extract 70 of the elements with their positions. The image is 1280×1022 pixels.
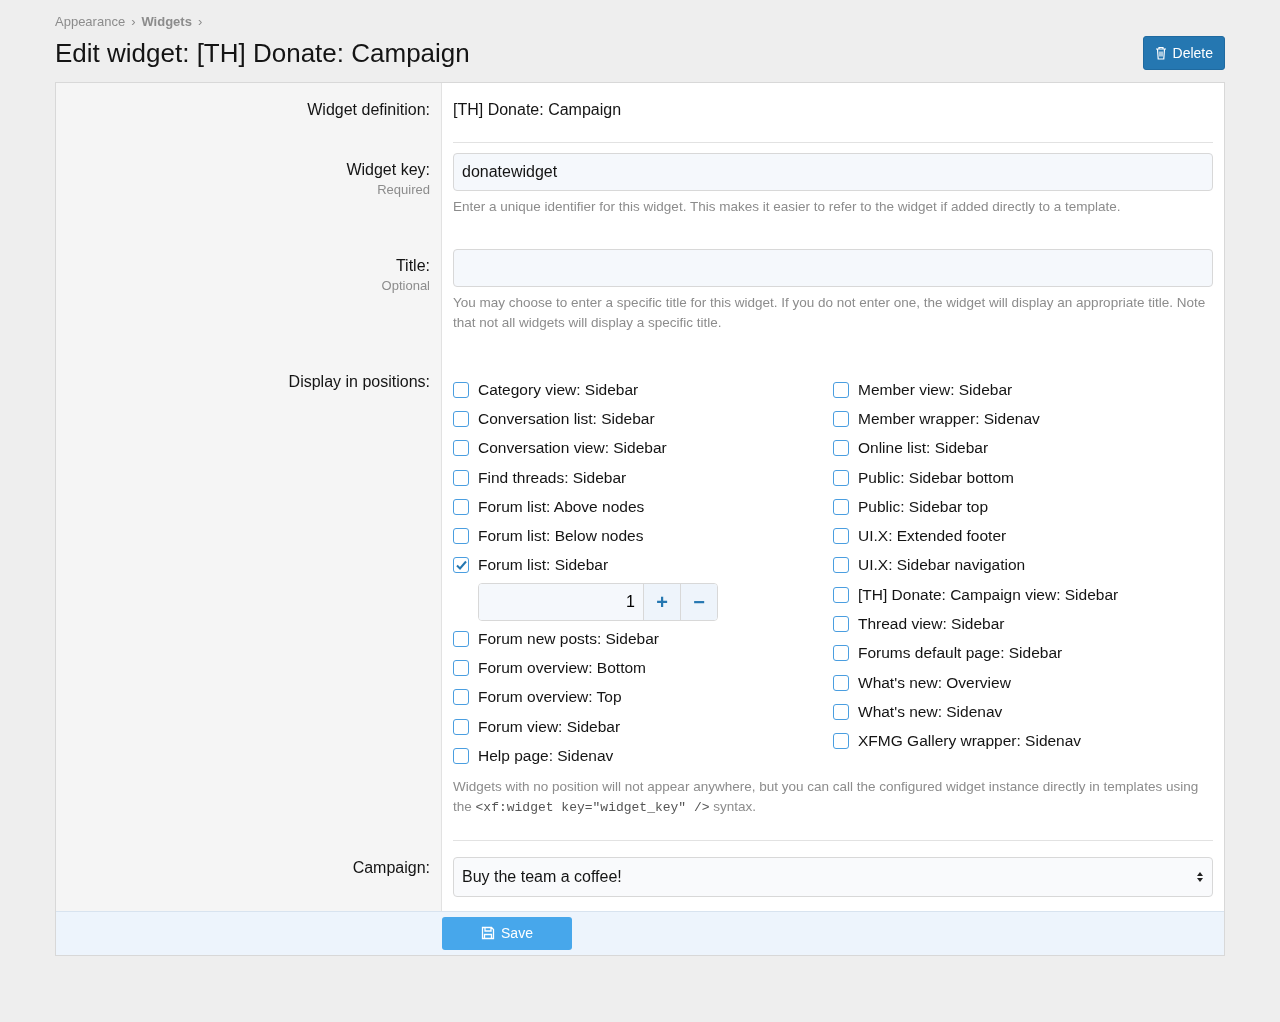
checkbox[interactable]	[453, 440, 469, 457]
checkbox[interactable]	[833, 557, 849, 574]
field-label: Widget definition:	[307, 101, 430, 119]
checkbox-label[interactable]: What's new: Overview	[858, 673, 1011, 692]
field-sublabel: Optional	[381, 278, 430, 293]
checkbox[interactable]	[833, 381, 849, 398]
sort-arrows-icon	[1196, 870, 1204, 883]
checkbox[interactable]	[833, 440, 849, 457]
delete-button[interactable]: Delete	[1142, 36, 1225, 70]
checkbox-label[interactable]: Online list: Sidebar	[858, 439, 989, 458]
field-hint: You may choose to enter a specific title for this widget. If you do not enter one, the widget will display an appropriate title. Note that not all widgets will display a specific title.	[453, 294, 1207, 332]
checkbox[interactable]	[453, 528, 469, 545]
checkbox-label[interactable]: Category view: Sidebar	[478, 380, 639, 399]
checkbox-label[interactable]: Forums default page: Sidebar	[858, 644, 1063, 663]
checkbox[interactable]	[833, 733, 849, 750]
checkbox-label[interactable]: Forum view: Sidebar	[478, 717, 621, 736]
checkbox[interactable]	[833, 498, 849, 515]
checkbox-label[interactable]: XFMG Gallery wrapper: Sidenav	[858, 732, 1082, 751]
checkbox[interactable]	[833, 674, 849, 691]
checkbox-label[interactable]: Find threads: Sidebar	[478, 468, 627, 487]
checkbox[interactable]	[833, 645, 849, 662]
page-title: Edit widget: [TH] Donate: Campaign	[55, 37, 470, 69]
checkbox-label[interactable]: Forum list: Above nodes	[478, 497, 645, 516]
checkbox-label[interactable]: Public: Sidebar bottom	[858, 468, 1014, 487]
campaign-select[interactable]: Buy the team a coffee!	[453, 856, 1213, 897]
breadcrumb-separator: ›	[197, 13, 203, 29]
checkbox-label[interactable]: UI.X: Extended footer	[858, 527, 1007, 546]
field-value: [TH] Donate: Campaign	[453, 100, 623, 120]
checkbox[interactable]	[833, 616, 849, 632]
checkbox-label[interactable]: Thread view: Sidebar	[858, 615, 1005, 633]
checkbox-label[interactable]: Conversation view: Sidebar	[478, 439, 667, 458]
field-label: Display in positions:	[288, 373, 430, 391]
field-label: Title:	[395, 257, 430, 275]
checkbox[interactable]	[453, 689, 469, 706]
checkbox[interactable]	[833, 528, 849, 545]
checkbox-label[interactable]: What's new: Sidenav	[858, 702, 1003, 721]
checkbox[interactable]	[453, 718, 469, 735]
checkbox-label[interactable]: Conversation list: Sidebar	[478, 409, 655, 428]
checkbox[interactable]	[453, 630, 469, 647]
checkbox-label[interactable]: Member wrapper: Sidenav	[858, 409, 1040, 428]
checkbox[interactable]	[453, 498, 469, 515]
widget-key-field[interactable]: donatewidget	[453, 153, 1213, 191]
checkbox-label[interactable]: Forum list: Below nodes	[478, 527, 644, 546]
field-label: Widget key:	[346, 161, 430, 179]
field-hint: Widgets with no position will not appear anywhere, but you can call the configured widget instance directly in templates using the <xf:widget key="widget_key" /> syntax.	[453, 777, 1200, 817]
checkbox-label[interactable]: Forum list: Sidebar	[478, 556, 609, 575]
checkbox[interactable]	[453, 469, 469, 486]
checkbox[interactable]	[833, 703, 849, 720]
checkbox-label[interactable]: Member view: Sidebar	[858, 380, 1013, 399]
checkbox-label[interactable]: Forum new posts: Sidebar	[478, 629, 659, 648]
checkbox[interactable]	[833, 586, 849, 603]
checkbox[interactable]	[453, 660, 469, 676]
checkbox-label[interactable]: Help page: Sidenav	[478, 746, 614, 765]
checkbox[interactable]	[833, 410, 849, 427]
checkbox[interactable]	[453, 557, 469, 574]
checkbox-label[interactable]: UI.X: Sidebar navigation	[858, 556, 1026, 575]
checkbox-label[interactable]: [TH] Donate: Campaign view: Sidebar	[858, 585, 1119, 604]
checkbox-label[interactable]: Public: Sidebar top	[858, 497, 989, 516]
checkbox[interactable]	[833, 469, 849, 486]
field-hint: Enter a unique identifier for this widget. This makes it easier to refer to the widget if added directly to a template.	[453, 198, 1122, 216]
checkbox[interactable]	[453, 381, 469, 398]
checkbox[interactable]	[453, 747, 469, 764]
title-field[interactable]	[453, 249, 1213, 287]
checkbox[interactable]	[453, 410, 469, 427]
checkbox-label[interactable]: Forum overview: Bottom	[478, 659, 646, 677]
trash-icon	[1154, 46, 1167, 60]
checkbox-label[interactable]: Forum overview: Top	[478, 688, 622, 707]
field-sublabel: Required	[377, 182, 430, 197]
breadcrumb-separator: ›	[131, 13, 136, 29]
field-label: Campaign:	[352, 858, 430, 877]
